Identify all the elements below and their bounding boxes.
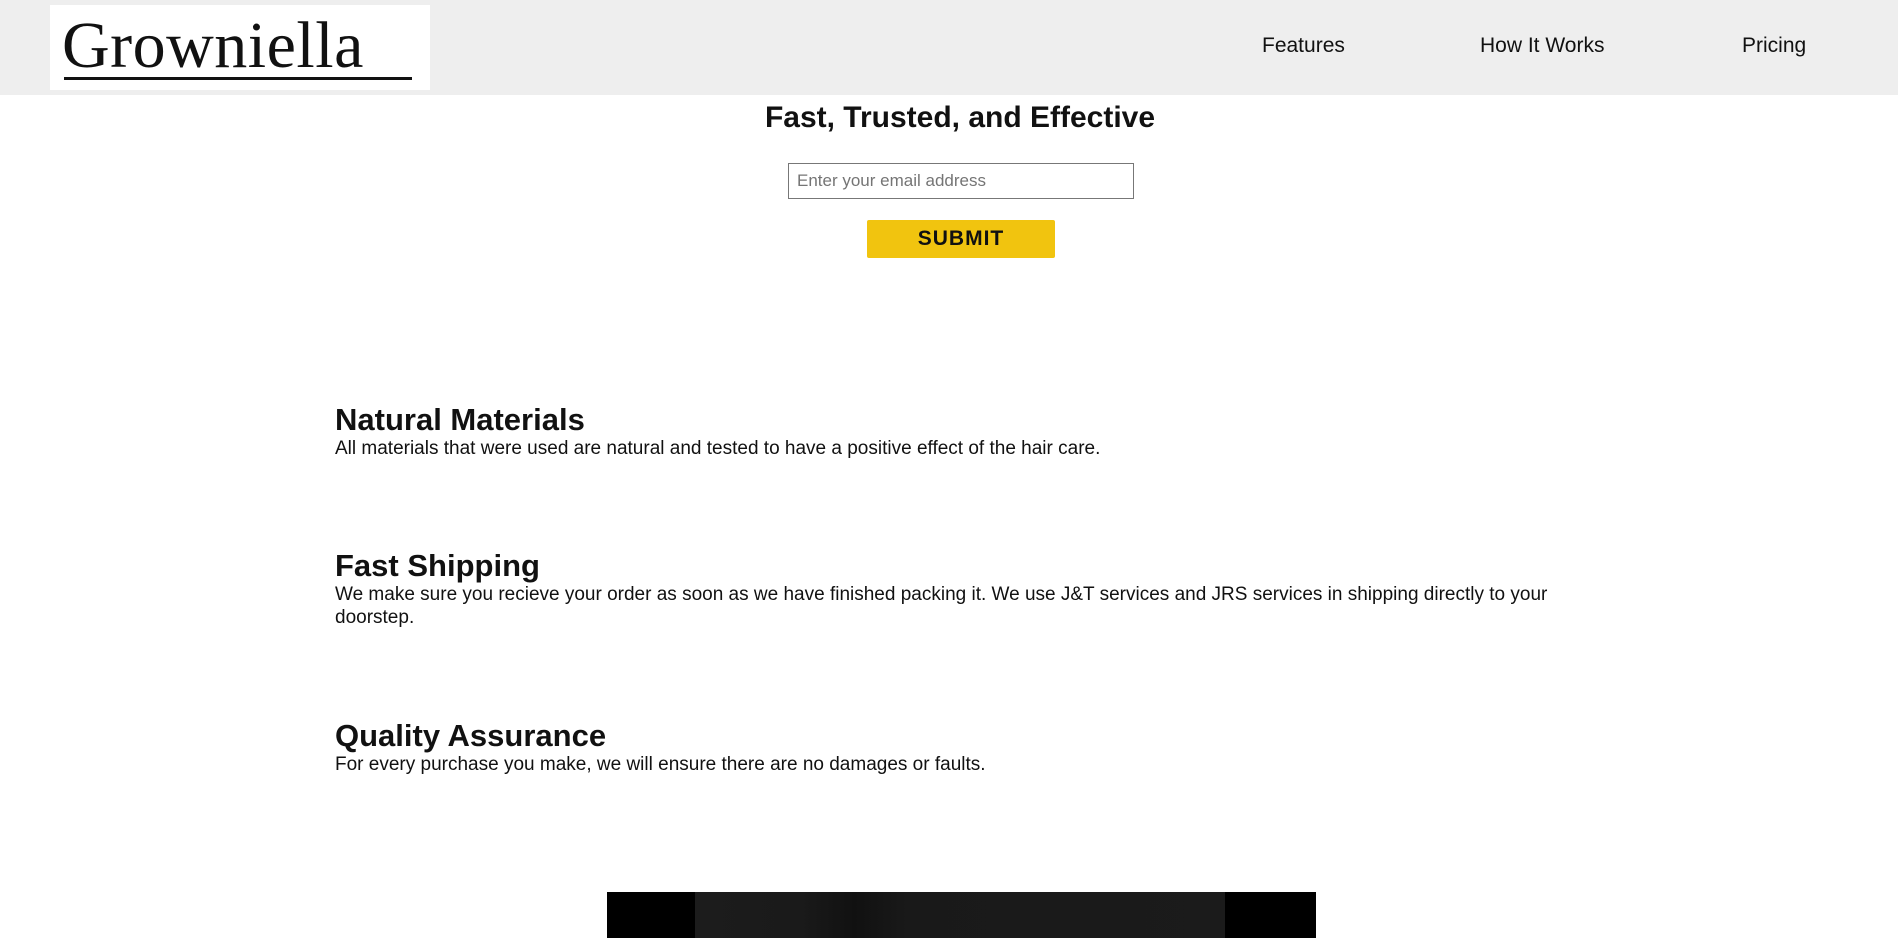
email-field[interactable] <box>788 163 1134 199</box>
logo[interactable]: Growniella <box>50 5 430 90</box>
feature-title: Natural Materials <box>335 402 585 437</box>
feature-description: We make sure you recieve your order as s… <box>335 584 1548 628</box>
site-header: Growniella Features How It Works Pricing <box>0 0 1898 95</box>
submit-button[interactable]: SUBMIT <box>867 220 1055 258</box>
nav-link-how-it-works[interactable]: How It Works <box>1480 34 1604 58</box>
feature-natural-materials: Natural Materials All materials that wer… <box>335 403 1600 460</box>
feature-title: Fast Shipping <box>335 548 540 583</box>
feature-title: Quality Assurance <box>335 718 607 753</box>
feature-description: For every purchase you make, we will ens… <box>335 754 986 775</box>
hero-title: Fast, Trusted, and Effective <box>764 101 1156 134</box>
logo-text: Growniella <box>62 9 364 82</box>
nav-link-pricing[interactable]: Pricing <box>1742 34 1806 58</box>
feature-quality-assurance: Quality Assurance For every purchase you… <box>335 719 1600 776</box>
logo-underline <box>64 77 412 80</box>
video-player[interactable] <box>607 892 1316 938</box>
nav-link-features[interactable]: Features <box>1262 34 1345 58</box>
feature-description: All materials that were used are natural… <box>335 438 1101 459</box>
video-frame <box>695 892 1225 938</box>
feature-fast-shipping: Fast Shipping We make sure you recieve y… <box>335 549 1600 629</box>
